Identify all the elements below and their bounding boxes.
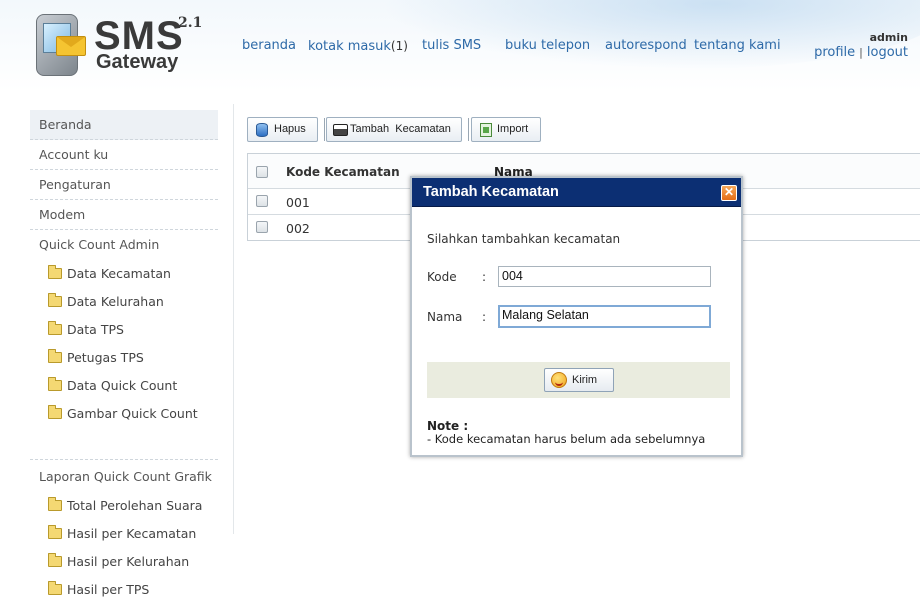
kirim-button[interactable]: Kirim [544,368,614,392]
sidebar-item-pengaturan[interactable]: Pengaturan [30,170,218,200]
row-checkbox[interactable] [256,195,268,207]
nav-kotak-masuk-label: kotak masuk [308,39,391,54]
folder-icon [48,552,62,567]
toolbar-separator [324,118,325,141]
sidebar-item-label: Data TPS [67,322,124,337]
kirim-label: Kirim [572,374,598,386]
sidebar-item-label: Total Perolehan Suara [67,498,203,513]
sidebar-item-label: Petugas TPS [67,350,144,365]
sidebar-item-data-kelurahan[interactable]: Data Kelurahan [30,288,218,316]
kode-colon: : [482,270,487,284]
sidebar-section-quick-count-admin: Quick Count Admin [39,237,160,252]
sidebar-item-data-tps[interactable]: Data TPS [30,316,218,344]
inbox-count-badge: (1) [390,39,408,53]
logout-link[interactable]: logout [867,45,908,60]
import-icon [480,123,492,137]
database-icon [256,123,268,137]
printer-icon [333,124,348,136]
envelope-logo-icon [56,36,86,56]
import-button[interactable]: Import [471,117,541,142]
sidebar-item-label: Data Quick Count [67,378,178,393]
select-all-checkbox[interactable] [256,166,268,178]
cell-kode: 001 [286,195,310,210]
sidebar-item-hasil-per-tps[interactable]: Hasil per TPS [30,576,218,604]
sidebar: Beranda Account ku Pengaturan Modem Quic… [30,110,218,604]
sidebar-divider [30,428,218,460]
dialog-action-bar: Kirim [427,362,730,398]
sidebar-item-hasil-per-kecamatan[interactable]: Hasil per Kecamatan [30,520,218,548]
sidebar-item-label: Data Kecamatan [67,266,171,281]
user-name: admin [869,31,908,44]
nama-colon: : [482,310,487,324]
sidebar-item-gambar-quick-count[interactable]: Gambar Quick Count [30,400,218,428]
tambah-label: Tambah Kecamatan [350,123,451,135]
sidebar-item-label: Hasil per Kelurahan [67,554,190,569]
kode-label: Kode [427,270,457,284]
content-divider [233,104,234,534]
smiley-icon [551,372,567,388]
hapus-label: Hapus [274,123,306,135]
folder-icon [48,404,62,419]
sidebar-item-label: Hasil per TPS [67,582,150,597]
note-text: - Kode kecamatan harus belum ada sebelum… [427,432,706,446]
folder-icon [48,348,62,363]
nav-autorespond[interactable]: autorespond [605,38,687,54]
folder-icon [48,376,62,391]
sidebar-item-total-perolehan-suara[interactable]: Total Perolehan Suara [30,492,218,520]
nav-tentang-kami[interactable]: tentang kami [694,38,781,54]
close-icon[interactable]: ✕ [721,185,737,201]
kode-input[interactable]: 004 [498,266,711,287]
import-label: Import [497,123,529,135]
folder-icon [48,524,62,539]
sidebar-item-label: Data Kelurahan [67,294,164,309]
column-header-kode[interactable]: Kode Kecamatan [286,165,400,179]
note-title: Note : [427,419,469,433]
sidebar-item-label: Hasil per Kecamatan [67,526,197,541]
logo-version: 2.1 [178,15,203,31]
sidebar-item-data-quick-count[interactable]: Data Quick Count [30,372,218,400]
sidebar-item-hasil-per-kelurahan[interactable]: Hasil per Kelurahan [30,548,218,576]
nav-beranda[interactable]: beranda [242,38,296,54]
sidebar-section-laporan: Laporan Quick Count Grafik [39,469,212,484]
sidebar-item-petugas-tps[interactable]: Petugas TPS [30,344,218,372]
header: SMS Gateway 2.1 beranda kotak masuk(1) t… [0,0,920,92]
cell-kode: 002 [286,221,310,236]
sidebar-item-modem[interactable]: Modem [30,200,218,230]
folder-icon [48,320,62,335]
profile-link[interactable]: profile [814,45,855,60]
sidebar-item-account[interactable]: Account ku [30,140,218,170]
nav-tulis-sms[interactable]: tulis SMS [422,38,481,54]
sidebar-item-beranda[interactable]: Beranda [30,110,218,140]
tambah-kecamatan-button[interactable]: Tambah Kecamatan [326,117,462,142]
nama-label: Nama [427,310,463,324]
hapus-button[interactable]: Hapus [247,117,318,142]
toolbar-separator [468,118,469,141]
dialog-intro-text: Silahkan tambahkan kecamatan [427,232,621,246]
folder-icon [48,580,62,595]
dialog-title: Tambah Kecamatan [423,184,559,200]
folder-icon [48,264,62,279]
logo-sms-text: SMS [94,14,184,58]
link-separator: | [859,46,863,59]
nav-kotak-masuk[interactable]: kotak masuk(1) [308,38,408,55]
folder-icon [48,496,62,511]
sidebar-item-label: Gambar Quick Count [67,406,198,421]
folder-icon [48,292,62,307]
sidebar-item-data-kecamatan[interactable]: Data Kecamatan [30,260,218,288]
nama-input[interactable]: Malang Selatan [498,305,711,328]
user-links: profile | logout [814,45,908,60]
tambah-kecamatan-dialog: Tambah Kecamatan ✕ Silahkan tambahkan ke… [410,176,743,457]
logo-gateway-text: Gateway [96,51,179,73]
row-checkbox[interactable] [256,221,268,233]
dialog-title-bar[interactable]: Tambah Kecamatan ✕ [412,178,741,207]
nav-buku-telepon[interactable]: buku telepon [505,38,590,54]
